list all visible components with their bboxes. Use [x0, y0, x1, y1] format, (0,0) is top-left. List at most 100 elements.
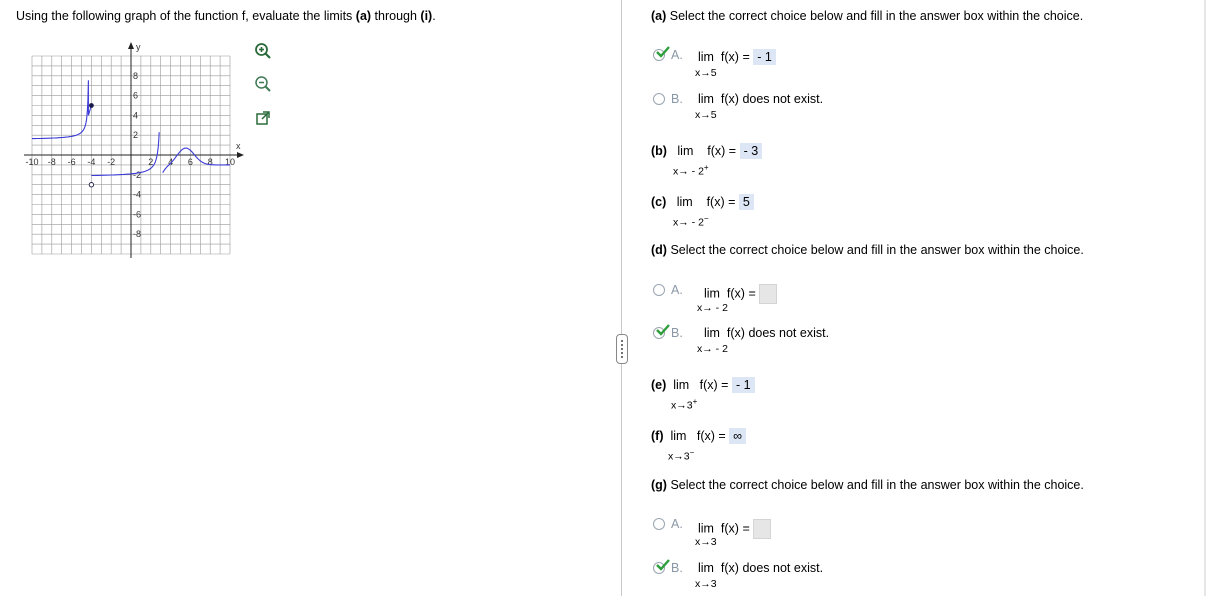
part-a-b-subscript: x→5	[695, 109, 717, 121]
x-tick-label: -4	[87, 157, 95, 167]
fx-text: f(x) =	[696, 429, 726, 443]
lim-text: lim	[704, 326, 720, 340]
part-g-a-subscript: x→3	[695, 536, 717, 548]
x-tick-label: 10	[225, 157, 235, 167]
fx-text: f(x) =	[720, 50, 750, 64]
part-a-label: (a)	[651, 9, 667, 23]
y-tick-label: -4	[133, 190, 141, 200]
answer-box-b[interactable]: - 3	[739, 143, 763, 159]
choice-letter: A.	[671, 283, 683, 297]
radio-d-a[interactable]	[653, 284, 665, 296]
answer-box-f[interactable]: ∞	[729, 428, 747, 444]
lim-text: lim	[677, 144, 694, 158]
lim-text: lim	[698, 521, 714, 536]
y-tick-label: 2	[133, 130, 138, 140]
x-tick-label: -8	[48, 157, 56, 167]
prompt-text-end: .	[432, 9, 436, 23]
choice-letter: B.	[671, 561, 683, 575]
y-tick-label: -8	[133, 229, 141, 239]
closed-point	[89, 103, 94, 108]
divider-drag-handle[interactable]	[616, 334, 628, 364]
check-icon	[656, 324, 670, 336]
scrollbar-track[interactable]	[1204, 0, 1206, 596]
lim-text: lim	[698, 92, 714, 106]
x-axis-label: x	[236, 141, 241, 151]
answer-box-d[interactable]	[759, 284, 778, 304]
part-g-b-subscript: x→3	[695, 578, 717, 590]
popout-icon[interactable]	[252, 107, 274, 129]
fx-text: f(x) =	[706, 195, 736, 209]
y-tick-label: -6	[133, 209, 141, 219]
fx-text: f(x) does not exist.	[720, 92, 824, 106]
answer-box-g[interactable]	[753, 519, 772, 539]
choice-letter: A.	[671, 48, 683, 62]
part-g-choice-a[interactable]: A.	[653, 517, 693, 531]
lim-text: lim	[670, 429, 687, 443]
answer-box-e[interactable]: - 1	[731, 377, 755, 393]
part-b-question: (b) lim f(x) = - 3	[651, 143, 763, 159]
part-f-subscript: x→3−	[668, 448, 694, 463]
part-d-label: (d)	[651, 243, 667, 257]
prompt-part-a: (a)	[355, 9, 372, 23]
prompt-text: Using the following graph of the functio…	[16, 9, 356, 23]
part-a-a-expression: lim f(x) = - 1	[698, 49, 776, 65]
lim-text: lim	[704, 286, 720, 301]
prompt-text-mid: through	[371, 9, 421, 23]
sup-text: −	[703, 214, 709, 223]
question-panel: Using the following graph of the functio…	[0, 0, 620, 596]
choice-letter: A.	[671, 517, 683, 531]
part-e-label: (e)	[651, 378, 667, 392]
prompt-part-i: (i)	[420, 9, 433, 23]
part-g-choice-b[interactable]: B.	[653, 559, 693, 575]
question-prompt: Using the following graph of the functio…	[16, 9, 436, 23]
sup-text: +	[692, 397, 698, 406]
fx-text: f(x) =	[720, 521, 750, 536]
part-e-question: (e) lim f(x) = - 1	[651, 377, 755, 393]
part-c-label: (c)	[651, 195, 667, 209]
part-d-b-expression: lim f(x) does not exist.	[704, 326, 829, 340]
sub-text: x→ - 2	[673, 216, 704, 229]
answer-box-a[interactable]: - 1	[753, 49, 776, 65]
x-tick-label: 8	[208, 157, 213, 167]
radio-d-b[interactable]	[653, 324, 670, 339]
x-axis-arrow	[237, 152, 244, 158]
fx-text: f(x) =	[726, 286, 756, 301]
x-tick-label: -2	[107, 157, 115, 167]
x-tick-label: 6	[188, 157, 193, 167]
radio-g-b[interactable]	[653, 559, 670, 574]
part-a-b-expression: lim f(x) does not exist.	[698, 92, 823, 106]
part-d-b-subscript: x→ - 2	[697, 343, 728, 355]
radio-a-b[interactable]	[653, 93, 665, 105]
part-d-choice-b[interactable]: B.	[653, 324, 693, 340]
sup-text: +	[703, 163, 709, 172]
lim-text: lim	[698, 50, 714, 64]
radio-a-a[interactable]	[653, 46, 670, 61]
part-d-a-expression: lim f(x) =	[704, 284, 778, 304]
answer-box-c[interactable]: 5	[738, 194, 754, 210]
choice-letter: B.	[671, 92, 683, 106]
sup-text: −	[689, 448, 695, 457]
x-tick-label: 2	[148, 157, 153, 167]
part-a-choice-a[interactable]: A.	[653, 46, 693, 62]
lim-text: lim	[676, 195, 693, 209]
check-icon	[656, 559, 670, 571]
fx-text: f(x) =	[699, 378, 729, 392]
zoom-in-icon[interactable]	[252, 40, 274, 62]
open-point	[88, 182, 95, 188]
lim-text: lim	[673, 378, 690, 392]
part-c-question: (c) lim f(x) = 5	[651, 194, 754, 210]
sub-text: x→ - 2	[673, 165, 704, 178]
sub-text: x→3	[671, 399, 693, 412]
part-g-text: Select the correct choice below and fill…	[666, 478, 1084, 492]
fx-text: f(x) =	[707, 144, 737, 158]
part-g-instruction: (g) Select the correct choice below and …	[651, 478, 1084, 492]
part-a-text: Select the correct choice below and fill…	[666, 9, 1084, 23]
y-axis-label: y	[136, 42, 141, 52]
part-g-label: (g)	[651, 478, 667, 492]
x-tick-label: -10	[25, 157, 38, 167]
part-a-choice-b[interactable]: B.	[653, 92, 693, 106]
zoom-out-icon[interactable]	[252, 73, 274, 95]
part-d-choice-a[interactable]: A.	[653, 283, 693, 297]
y-tick-label: 8	[133, 71, 138, 81]
radio-g-a[interactable]	[653, 518, 665, 530]
